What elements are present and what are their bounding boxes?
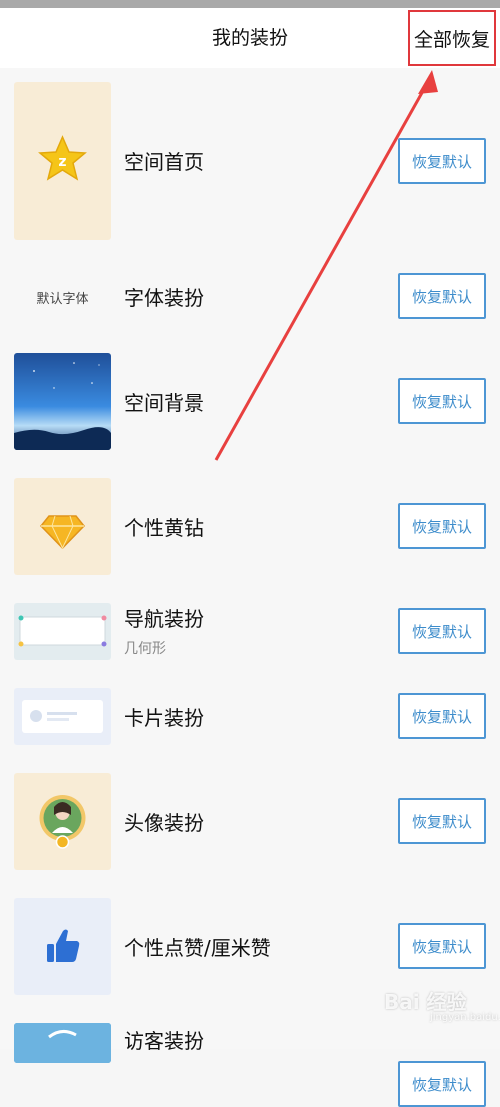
list-item[interactable]: 个性黄钻 恢复默认 (0, 464, 500, 590)
status-strip (0, 0, 500, 8)
item-title: 个性黄钻 (124, 516, 204, 540)
item-title: 字体装扮 (124, 286, 204, 310)
item-title: 个性点赞/厘米赞 (124, 936, 271, 960)
visitor-image (14, 1023, 111, 1063)
restore-all-button[interactable]: 全部恢复 (408, 10, 496, 66)
item-title: 访客装扮 (124, 1029, 204, 1053)
watermark: Bai 经验 (384, 990, 467, 1014)
list-item[interactable]: z 空间首页 恢复默认 (0, 68, 500, 255)
nav-frame-image (14, 603, 111, 660)
restore-default-button[interactable]: 恢复默认 (398, 923, 486, 969)
font-preview-label: 默认字体 (36, 291, 89, 307)
restore-default-button[interactable]: 恢复默认 (398, 503, 486, 549)
night-sky-image (14, 353, 111, 450)
restore-default-button[interactable]: 恢复默认 (398, 378, 486, 424)
restore-default-button[interactable]: 恢复默认 (398, 798, 486, 844)
restore-default-button[interactable]: 恢复默认 (398, 273, 486, 319)
card-preview-image (14, 688, 111, 745)
restore-default-button[interactable]: 恢复默认 (398, 693, 486, 739)
font-preview: 默认字体 (14, 272, 111, 322)
item-title: 卡片装扮 (124, 706, 204, 730)
item-title: 空间首页 (124, 150, 204, 174)
avatar-frame-image (14, 773, 111, 870)
qzone-star-icon: z (14, 82, 111, 240)
svg-text:z: z (58, 154, 66, 170)
list-item[interactable]: 导航装扮 几何形 恢复默认 (0, 589, 500, 675)
list-item[interactable]: 空间背景 恢复默认 (0, 339, 500, 465)
list-item[interactable]: 头像装扮 恢复默认 (0, 759, 500, 885)
yellow-diamond-icon (14, 478, 111, 575)
item-title: 导航装扮 (124, 607, 204, 631)
list-item[interactable]: 访客装扮 恢复默认 (0, 1009, 500, 1107)
item-title: 空间背景 (124, 391, 204, 415)
thumbs-up-icon (14, 898, 111, 995)
list-item[interactable]: 卡片装扮 恢复默认 (0, 674, 500, 760)
restore-default-button[interactable]: 恢复默认 (398, 138, 486, 184)
watermark-sub: jingyan.baidu.com (430, 1012, 500, 1023)
restore-default-button[interactable]: 恢复默认 (398, 608, 486, 654)
restore-default-button[interactable]: 恢复默认 (398, 1061, 486, 1107)
item-subtitle: 几何形 (124, 641, 166, 657)
header: 我的装扮 全部恢复 (0, 8, 500, 68)
list-item[interactable]: 默认字体 字体装扮 恢复默认 (0, 254, 500, 340)
item-title: 头像装扮 (124, 811, 204, 835)
